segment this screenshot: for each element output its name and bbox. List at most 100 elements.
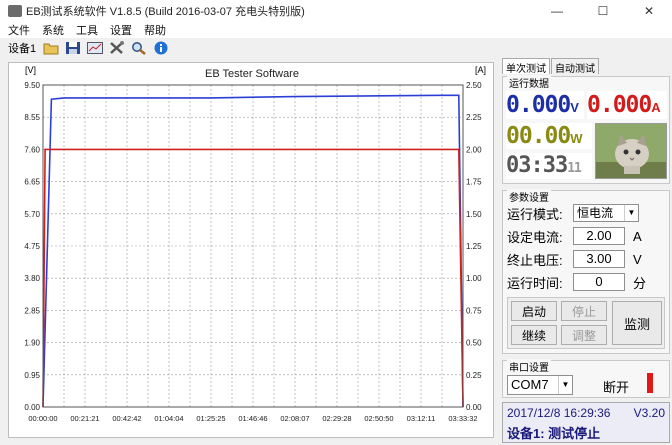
status-box: 2017/12/8 16:29:36 V3.20 设备1: 测试停止 (502, 402, 670, 443)
status-datetime: 2017/12/8 16:29:36 (507, 406, 611, 420)
start-button[interactable]: 启动 (511, 301, 557, 321)
y-tick-left: 9.50 (24, 81, 40, 90)
current-value: 0.000 (587, 92, 652, 118)
tab-single-test[interactable]: 单次测试 (502, 58, 550, 75)
chart-icon[interactable] (86, 40, 104, 56)
firmware-version: V3.20 (633, 406, 665, 420)
status-message: 设备1: 测试停止 (507, 426, 601, 441)
x-tick: 00:00:00 (28, 414, 57, 423)
menu-tools[interactable]: 工具 (76, 22, 98, 38)
current-readout: 0.000A (587, 91, 667, 119)
x-axis-ticks: 00:00:00 00:21:21 00:42:42 01:04:04 01:25:25… (28, 414, 477, 423)
com-port-value: COM7 (511, 377, 549, 392)
y-tick-left: 3.80 (24, 274, 40, 283)
elapsed-time-seconds: 11 (567, 161, 582, 176)
voltage-readout: 0.000V (506, 91, 584, 119)
mode-select[interactable]: 恒电流 ▼ (573, 204, 639, 222)
monitor-button[interactable]: 监测 (612, 301, 662, 345)
y-tick-right: 2.00 (466, 145, 482, 154)
y-tick-right: 2.50 (466, 81, 482, 90)
chevron-down-icon: ▼ (624, 205, 638, 221)
right-axis-ticks: 2.50 2.25 2.00 1.75 1.50 1.25 1.00 0.75 0.50 0.25… (466, 81, 482, 412)
cutoff-voltage-unit: V (633, 251, 642, 267)
y-tick-right: 0.00 (466, 403, 482, 412)
save-icon[interactable] (64, 40, 82, 56)
chart-grid (42, 84, 464, 408)
run-time-input[interactable]: 0 (573, 273, 625, 291)
run-data-title: 运行数据 (507, 75, 551, 90)
info-icon[interactable] (152, 40, 170, 56)
menu-help[interactable]: 帮助 (144, 22, 166, 38)
mode-select-value: 恒电流 (577, 206, 614, 220)
minimize-button[interactable]: — (534, 0, 580, 22)
current-setting-label: 设定电流: (507, 229, 563, 245)
connection-indicator (647, 373, 653, 393)
open-icon[interactable] (42, 40, 60, 56)
menu-settings[interactable]: 设置 (110, 22, 132, 38)
y-tick-left: 5.70 (24, 210, 40, 219)
y-tick-right: 1.75 (466, 178, 482, 187)
power-value: 00.00 (506, 123, 571, 149)
x-tick: 01:25:25 (196, 414, 225, 423)
current-setting-row: 设定电流: 2.00 A (507, 226, 642, 246)
menu-bar: 文件 系统 工具 设置 帮助 (0, 22, 672, 38)
y-tick-right: 1.25 (466, 242, 482, 251)
x-tick: 01:46:46 (238, 414, 267, 423)
tab-auto-test[interactable]: 自动测试 (551, 58, 599, 75)
voltage-value: 0.000 (506, 92, 571, 118)
x-tick: 03:12:11 (407, 414, 436, 423)
maximize-button[interactable]: ☐ (580, 0, 626, 22)
current-unit: A (651, 100, 661, 115)
y-tick-right: 2.25 (466, 113, 482, 122)
param-title: 参数设置 (507, 189, 551, 204)
x-tick: 00:21:21 (70, 414, 99, 423)
mode-tabs: 单次测试 自动测试 (502, 58, 670, 75)
chart-panel: EB Tester Software [V] [A] 9.50 8.55 7.60 6… (8, 62, 494, 438)
search-icon[interactable] (130, 40, 148, 56)
left-axis-ticks: 9.50 8.55 7.60 6.65 5.70 4.75 3.80 2.85 1.90 0.95… (24, 81, 40, 412)
run-data-group: 运行数据 0.000V 0.000A 00.00W 03:3311 (502, 75, 670, 184)
stop-button[interactable]: 停止 (561, 301, 607, 321)
y-tick-left: 6.65 (24, 178, 40, 187)
toolbar: 设备1 (0, 38, 500, 58)
current-setting-input[interactable]: 2.00 (573, 227, 625, 245)
y-tick-left: 2.85 (24, 306, 40, 315)
disconnect-label[interactable]: 断开 (603, 377, 629, 396)
x-tick: 01:04:04 (154, 414, 183, 423)
menu-file[interactable]: 文件 (8, 22, 30, 38)
chart-svg: EB Tester Software [V] [A] 9.50 8.55 7.60 6… (24, 65, 486, 423)
adjust-button[interactable]: 调整 (561, 325, 607, 345)
cutoff-voltage-row: 终止电压: 3.00 V (507, 249, 642, 269)
serial-title: 串口设置 (507, 359, 551, 374)
chart-title: EB Tester Software (205, 68, 299, 80)
menu-system[interactable]: 系统 (42, 22, 64, 38)
param-group: 参数设置 运行模式: 恒电流 ▼ 设定电流: 2.00 A 终止电压: 3.00… (502, 189, 670, 354)
y-tick-right: 0.50 (466, 339, 482, 348)
close-button[interactable]: ✕ (626, 0, 672, 22)
x-tick: 00:42:42 (112, 414, 141, 423)
y-tick-right: 0.75 (466, 306, 482, 315)
y-tick-left: 4.75 (24, 242, 40, 251)
resume-button[interactable]: 继续 (511, 325, 557, 345)
control-buttons: 启动 停止 继续 调整 监测 (507, 297, 665, 349)
run-time-label: 运行时间: (507, 275, 563, 291)
right-panel: 单次测试 自动测试 运行数据 0.000V 0.000A 00.00W 03:3… (502, 58, 670, 443)
window-title: EB测试系统软件 V1.8.5 (Build 2016-03-07 充电头特别版… (26, 6, 305, 18)
chevron-down-icon: ▼ (558, 376, 572, 394)
elapsed-time-value: 03:33 (506, 153, 568, 178)
tools-icon[interactable] (108, 40, 126, 56)
title-bar: EB测试系统软件 V1.8.5 (Build 2016-03-07 充电头特别版… (0, 0, 672, 22)
x-tick: 03:33:32 (448, 414, 477, 423)
x-tick: 02:29:28 (322, 414, 351, 423)
cutoff-voltage-label: 终止电压: (507, 252, 563, 268)
right-axis-unit: [A] (475, 65, 486, 75)
mode-row: 运行模式: 恒电流 ▼ (507, 203, 639, 223)
left-axis-unit: [V] (25, 65, 36, 75)
com-port-select[interactable]: COM7 ▼ (507, 375, 573, 395)
x-tick: 02:50:50 (364, 414, 393, 423)
cutoff-voltage-input[interactable]: 3.00 (573, 250, 625, 268)
y-tick-left: 8.55 (24, 113, 40, 122)
power-unit: W (570, 131, 583, 146)
power-readout: 00.00W (506, 123, 592, 149)
y-tick-right: 1.50 (466, 210, 482, 219)
